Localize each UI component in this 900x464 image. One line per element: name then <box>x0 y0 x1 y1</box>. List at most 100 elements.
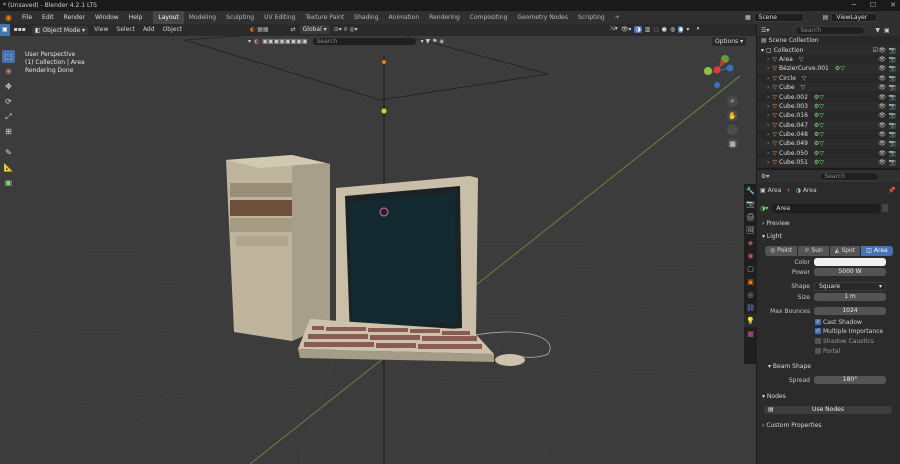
select-mode-icon[interactable]: ▪▪▪ <box>10 24 30 36</box>
ortho-grid-icon[interactable]: ▦ <box>727 138 738 149</box>
tab-rendering[interactable]: Rendering <box>424 11 465 24</box>
multiple-importance-checkbox[interactable]: ✓ <box>815 328 821 334</box>
shading-solid-icon[interactable]: ● <box>662 26 667 33</box>
pin-icon[interactable]: 📌 <box>888 187 895 194</box>
tab-compositing[interactable]: Compositing <box>465 11 513 24</box>
blender-logo-icon[interactable]: ◉ <box>0 11 17 24</box>
expand-icon[interactable]: › <box>767 140 769 147</box>
minimize-icon[interactable]: ─ <box>852 0 856 11</box>
outliner-row[interactable]: › ▽ Cube.003 ⚙▽ 👁 📷 <box>757 101 900 112</box>
select-box-tool-icon[interactable]: ⬚ <box>2 50 15 63</box>
add-menu[interactable]: Add <box>139 24 159 36</box>
render-camera-icon[interactable]: 📷 <box>889 131 896 138</box>
output-tab-icon[interactable]: 🖨 <box>744 210 757 223</box>
expand-icon[interactable]: › <box>767 65 769 72</box>
pivot-point-icon[interactable]: ⊙▾ <box>334 26 342 33</box>
transform-orientation-icon[interactable]: ⇄ <box>291 26 296 33</box>
measure-tool-icon[interactable]: 📐 <box>2 161 15 174</box>
tab-sculpting[interactable]: Sculpting <box>221 11 259 24</box>
shadow-caustics-checkbox[interactable] <box>815 338 821 344</box>
gizmo-y-positive[interactable] <box>704 67 712 75</box>
menu-edit[interactable]: Edit <box>37 11 59 24</box>
visibility-eye-icon[interactable]: 👁 <box>878 75 886 82</box>
expand-icon[interactable]: › <box>767 150 769 157</box>
tab-scripting[interactable]: Scripting <box>573 11 610 24</box>
collection-eye-icon[interactable]: 👁 <box>878 47 886 54</box>
visibility-eye-icon[interactable]: 👁 <box>878 112 886 119</box>
visibility-eye-icon[interactable]: 👁 <box>878 140 886 147</box>
collection-row[interactable]: ▾ ▢ Collection ☑ 👁 📷 <box>757 45 900 55</box>
viewport-search-input[interactable]: Search <box>311 37 417 46</box>
outliner-row[interactable]: › ▽ Cube.050 ⚙▽ 👁 📷 <box>757 149 900 158</box>
tab-shading[interactable]: Shading <box>349 11 383 24</box>
expand-icon[interactable]: › <box>767 56 769 63</box>
visibility-eye-icon[interactable]: 👁 <box>878 65 886 72</box>
properties-editor-icon[interactable]: ⚙▾ <box>761 173 769 180</box>
view-layer-selector[interactable]: ViewLayer <box>831 13 878 22</box>
outliner-editor-icon[interactable]: ☰▾ <box>761 27 769 34</box>
tab-texture-paint[interactable]: Texture Paint <box>300 11 349 24</box>
light-section-header[interactable]: ▾ Light <box>762 233 782 240</box>
new-collection-icon[interactable]: ▣ <box>884 27 890 34</box>
outliner-filter-icon[interactable]: ▼ <box>875 27 880 34</box>
portal-checkbox[interactable] <box>815 348 821 354</box>
render-camera-icon[interactable]: 📷 <box>889 159 896 166</box>
add-cube-tool-icon[interactable]: ▣ <box>2 176 15 189</box>
pan-hand-icon[interactable]: ✋ <box>727 110 738 121</box>
3d-viewport[interactable] <box>0 36 756 464</box>
zoom-icon[interactable]: ⌕ <box>727 96 738 107</box>
gizmo-x-axis[interactable] <box>713 66 721 74</box>
options-dropdown[interactable]: Options ▾ <box>712 37 747 46</box>
pause-icon[interactable]: ⏸ <box>696 25 699 33</box>
tab-geometry-nodes[interactable]: Geometry Nodes <box>512 11 573 24</box>
visibility-eye-icon[interactable]: 👁 <box>878 94 886 101</box>
expand-icon[interactable]: › <box>767 75 769 82</box>
editor-type-icon[interactable]: ▣ <box>0 24 10 36</box>
shading-wireframe-icon[interactable]: ◌ <box>653 26 658 33</box>
menu-file[interactable]: File <box>17 11 37 24</box>
scene-tab-icon[interactable]: ◈ <box>744 236 757 249</box>
snapping-icon[interactable]: ⌾ <box>344 26 348 34</box>
properties-search-input[interactable]: Search <box>819 171 880 181</box>
texture-tab-icon[interactable]: ▦ <box>744 327 757 340</box>
fake-user-icon[interactable] <box>882 204 888 212</box>
render-camera-icon[interactable]: 📷 <box>889 75 896 82</box>
filter-icon[interactable]: ▾ <box>248 38 251 45</box>
visibility-eye-icon[interactable]: 👁 <box>878 84 886 91</box>
expand-icon[interactable]: › <box>767 84 769 91</box>
scene-selector[interactable]: Scene <box>753 13 804 22</box>
overlays-icon[interactable]: ◑ <box>634 25 642 33</box>
custom-properties-section-header[interactable]: › Custom Properties <box>762 422 822 429</box>
scale-tool-icon[interactable]: ⤢ <box>2 110 15 123</box>
preview-section-header[interactable]: › Preview <box>762 220 790 227</box>
snap-icon[interactable]: ▦▦ <box>257 26 268 33</box>
visibility-eye-icon[interactable]: 👁 <box>878 159 886 166</box>
light-type-area[interactable]: ◫ Area <box>861 246 893 256</box>
visibility-eye-icon[interactable]: 👁 <box>878 103 886 110</box>
add-workspace-icon[interactable]: + <box>610 11 625 24</box>
outliner-row[interactable]: › ▽ Cube.002 ⚙▽ 👁 📷 <box>757 92 900 101</box>
transform-tool-icon[interactable]: ⊞ <box>2 125 15 138</box>
expand-icon[interactable]: › <box>767 112 769 119</box>
render-camera-icon[interactable]: 📷 <box>889 112 896 119</box>
close-icon[interactable]: ✕ <box>890 0 896 11</box>
shading-options-icon[interactable]: ▾ <box>686 26 689 33</box>
spread-field[interactable]: 180° <box>814 376 886 384</box>
tab-uv-editing[interactable]: UV Editing <box>259 11 300 24</box>
visibility-eye-icon[interactable]: 👁 <box>878 56 886 63</box>
tab-layout[interactable]: Layout <box>153 11 184 24</box>
power-field[interactable]: 5000 W <box>814 268 886 276</box>
select-menu[interactable]: Select <box>112 24 139 36</box>
light-type-sun[interactable]: ☼ Sun <box>798 246 829 256</box>
render-camera-icon[interactable]: 📷 <box>889 94 896 101</box>
view-layer-icon[interactable]: ▤ <box>823 14 829 21</box>
nodes-section-header[interactable]: ▾ Nodes <box>762 393 786 400</box>
gizmo-z-negative[interactable] <box>714 82 720 88</box>
gizmo-icon[interactable]: ⤯▾ <box>610 25 618 33</box>
expand-icon[interactable]: › <box>767 103 769 110</box>
max-bounces-field[interactable]: 1024 <box>814 307 886 315</box>
datablock-name-field[interactable]: Area <box>772 203 881 213</box>
annotate-tool-icon[interactable]: ✎ <box>2 146 15 159</box>
visibility-eye-icon[interactable]: 👁 <box>878 131 886 138</box>
expand-icon[interactable]: › <box>767 94 769 101</box>
